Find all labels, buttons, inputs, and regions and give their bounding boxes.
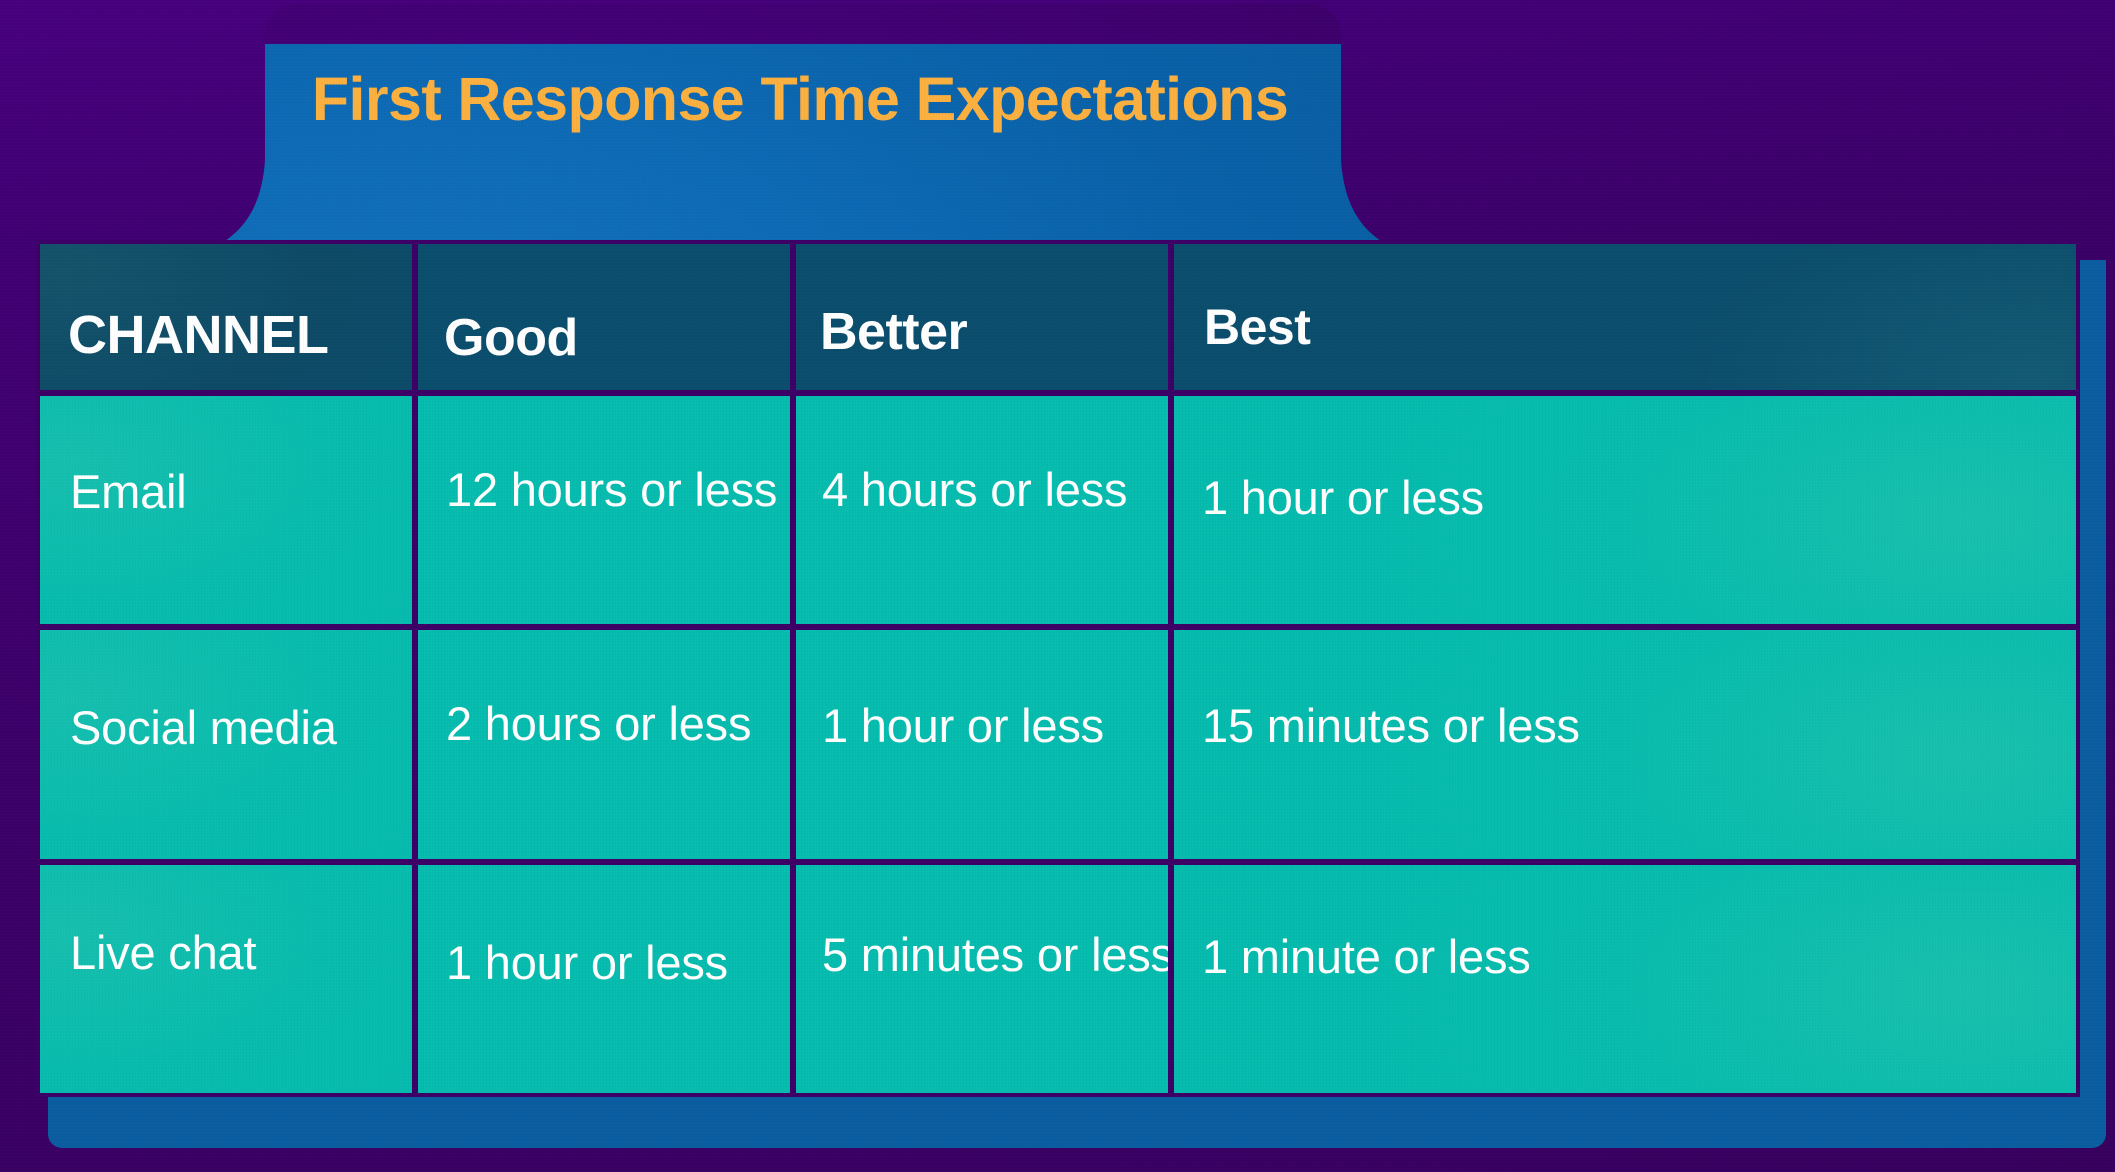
cell-good: 1 hour or less	[418, 864, 790, 1093]
cell-good: 2 hours or less	[418, 630, 790, 859]
cell-text: 2 hours or less	[446, 697, 752, 751]
cell-text: Live chat	[70, 925, 257, 979]
header-label-best: Best	[1204, 299, 1311, 355]
table-row: Email 12 hours or less 4 hours or less 1…	[40, 396, 2076, 625]
header-label-better: Better	[820, 303, 968, 361]
response-time-table: CHANNEL Good Better Best Email 12 hours …	[36, 240, 2080, 1097]
cell-text: 1 hour or less	[446, 935, 728, 989]
table-row: Social media 2 hours or less 1 hour or l…	[40, 630, 2076, 859]
cell-text: Social media	[70, 701, 337, 755]
table-row: Live chat 1 hour or less 5 minutes or le…	[40, 864, 2076, 1093]
cell-text: 1 hour or less	[1202, 471, 1484, 524]
header-cell-better: Better	[796, 244, 1168, 390]
header-cell-channel: CHANNEL	[40, 244, 412, 390]
header-cell-best: Best	[1174, 244, 2076, 390]
cell-text: 12 hours or less	[446, 463, 778, 516]
cell-channel: Social media	[40, 630, 412, 859]
infographic-canvas: First Response Time Expectations CHANNEL…	[0, 0, 2115, 1172]
cell-best: 1 hour or less	[1174, 396, 2076, 625]
cell-better: 4 hours or less	[796, 396, 1168, 625]
cell-text: Email	[70, 465, 187, 518]
cell-best: 1 minute or less	[1174, 864, 2076, 1093]
cell-text: 1 minute or less	[1202, 929, 1531, 983]
cell-channel: Email	[40, 396, 412, 625]
cell-text: 1 hour or less	[822, 699, 1104, 753]
header-label-good: Good	[444, 309, 578, 367]
page-title: First Response Time Expectations	[311, 65, 1289, 133]
header-cell-good: Good	[418, 244, 790, 390]
cell-best: 15 minutes or less	[1174, 630, 2076, 859]
cell-text: 4 hours or less	[822, 463, 1128, 516]
table-header-row: CHANNEL Good Better Best	[40, 244, 2076, 390]
cell-better: 1 hour or less	[796, 630, 1168, 859]
header-label-channel: CHANNEL	[68, 305, 329, 365]
cell-channel: Live chat	[40, 864, 412, 1093]
cell-text: 15 minutes or less	[1202, 699, 1580, 753]
cell-text: 5 minutes or less	[822, 927, 1168, 981]
cell-good: 12 hours or less	[418, 396, 790, 625]
cell-better: 5 minutes or less	[796, 864, 1168, 1093]
